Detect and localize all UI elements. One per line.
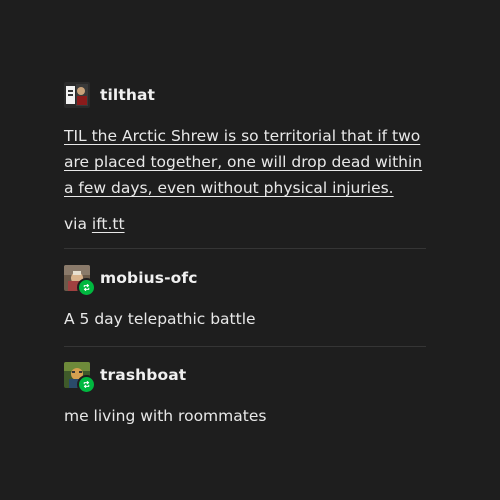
- username[interactable]: mobius-ofc: [100, 269, 197, 287]
- post-title: TIL the Arctic Shrew is so territorial t…: [64, 123, 436, 201]
- via-prefix: via: [64, 215, 92, 233]
- divider: [64, 346, 426, 347]
- post-header: mobius-ofc: [64, 265, 436, 297]
- divider: [64, 248, 426, 249]
- reblog-comment: trashboat me living with roommates: [64, 362, 436, 429]
- post-header: tilthat: [64, 82, 436, 108]
- post-thread: tilthat TIL the Arctic Shrew is so terri…: [0, 0, 500, 500]
- reblog-text: A 5 day telepathic battle: [64, 310, 256, 328]
- post-original: tilthat TIL the Arctic Shrew is so terri…: [64, 82, 436, 237]
- post-title-link[interactable]: TIL the Arctic Shrew is so territorial t…: [64, 127, 422, 197]
- via-line: via ift.tt: [64, 211, 436, 237]
- reblog-comment: mobius-ofc A 5 day telepathic battle: [64, 265, 436, 332]
- reblog-text: me living with roommates: [64, 407, 267, 425]
- via-link[interactable]: ift.tt: [92, 215, 125, 233]
- reblog-icon: [77, 375, 96, 394]
- username[interactable]: tilthat: [100, 86, 155, 104]
- avatar-mobius-ofc[interactable]: [64, 265, 96, 297]
- post-header: trashboat: [64, 362, 436, 394]
- avatar-trashboat[interactable]: [64, 362, 96, 394]
- reblog-icon: [77, 278, 96, 297]
- username[interactable]: trashboat: [100, 366, 186, 384]
- avatar-tilthat[interactable]: [64, 82, 90, 108]
